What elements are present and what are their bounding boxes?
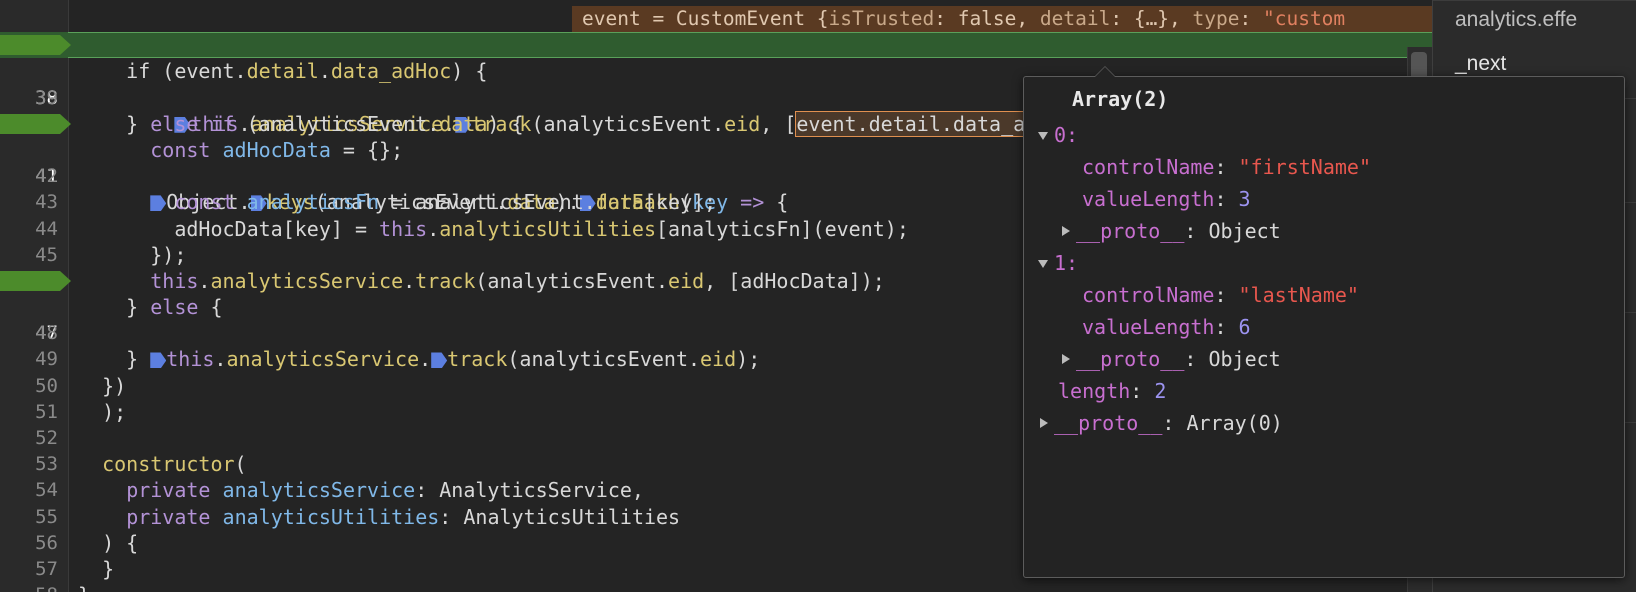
separator: : [1214, 155, 1239, 179]
property-key: length [1058, 379, 1131, 403]
inline-value-preview[interactable]: event = CustomEvent {isTrusted: false, d… [572, 6, 1432, 32]
property-key: __proto__ [1054, 411, 1163, 435]
tree-node-value-length[interactable]: valueLength: 3 [1082, 185, 1251, 213]
value-popover[interactable]: Array(2) 0: controlName: "firstName" val… [1023, 66, 1625, 578]
tree-node-proto[interactable]: __proto__: Object [1062, 217, 1281, 245]
property-key: valueLength [1082, 315, 1215, 339]
breakpoint-marker[interactable] [0, 113, 71, 134]
expand-triangle-icon[interactable] [1062, 354, 1070, 364]
property-value: : Array(0) [1162, 411, 1283, 435]
scope-item-analytics-effe[interactable]: analytics.effe [1455, 8, 1577, 32]
expand-triangle-icon[interactable] [1062, 226, 1070, 236]
property-value: 2 [1154, 379, 1167, 403]
property-value: "firstName" [1238, 155, 1371, 179]
breakpoint-marker[interactable] [0, 35, 71, 56]
separator: : [1130, 379, 1155, 403]
separator: : [1214, 283, 1239, 307]
code-text: } [78, 583, 90, 592]
inline-value-string: "custom [1262, 7, 1346, 30]
tree-node-array-proto[interactable]: __proto__: Array(0) [1040, 409, 1283, 437]
tree-node-length[interactable]: length: 2 [1058, 377, 1166, 405]
property-value: "lastName" [1238, 283, 1359, 307]
separator: : [1214, 187, 1239, 211]
array-index: 0: [1054, 123, 1079, 147]
property-value: : Object [1184, 219, 1281, 243]
inline-value-text: : false, [934, 7, 1040, 30]
property-value: 6 [1238, 315, 1251, 339]
array-index: 1: [1054, 251, 1079, 275]
line-number[interactable]: 58 [0, 582, 58, 592]
breakpoint-marker[interactable] [0, 270, 71, 291]
panel-divider [1433, 0, 1636, 1]
property-key: __proto__ [1076, 219, 1185, 243]
tree-node-0[interactable]: 0: [1038, 121, 1078, 149]
code-line-38-current[interactable]: 38 this.analyticsService. track(analytics… [0, 32, 1432, 137]
inline-value-text: event = CustomEvent { [582, 7, 829, 30]
property-key: valueLength [1082, 187, 1215, 211]
tree-node-proto[interactable]: __proto__: Object [1062, 345, 1281, 373]
expand-triangle-icon[interactable] [1040, 418, 1048, 428]
inline-value-key: type [1192, 7, 1240, 30]
popover-header: Array(2) [1072, 87, 1169, 111]
expand-triangle-icon[interactable] [1038, 132, 1048, 140]
inline-value-text: : {…}, [1110, 7, 1193, 30]
property-key: controlName [1082, 283, 1215, 307]
tree-node-control-name[interactable]: controlName: "lastName" [1082, 281, 1359, 309]
inline-value-text: : [1239, 7, 1263, 30]
property-key: __proto__ [1076, 347, 1185, 371]
expand-triangle-icon[interactable] [1038, 260, 1048, 268]
tree-node-value-length[interactable]: valueLength: 6 [1082, 313, 1251, 341]
property-value: 3 [1238, 187, 1251, 211]
inline-value-key: isTrusted [828, 7, 935, 30]
inline-value-key: detail [1039, 7, 1111, 30]
tree-node-control-name[interactable]: controlName: "firstName" [1082, 153, 1371, 181]
property-value: : Object [1184, 347, 1281, 371]
tree-node-1[interactable]: 1: [1038, 249, 1078, 277]
scope-item-next[interactable]: _next [1455, 52, 1506, 76]
separator: : [1214, 315, 1239, 339]
property-key: controlName [1082, 155, 1215, 179]
